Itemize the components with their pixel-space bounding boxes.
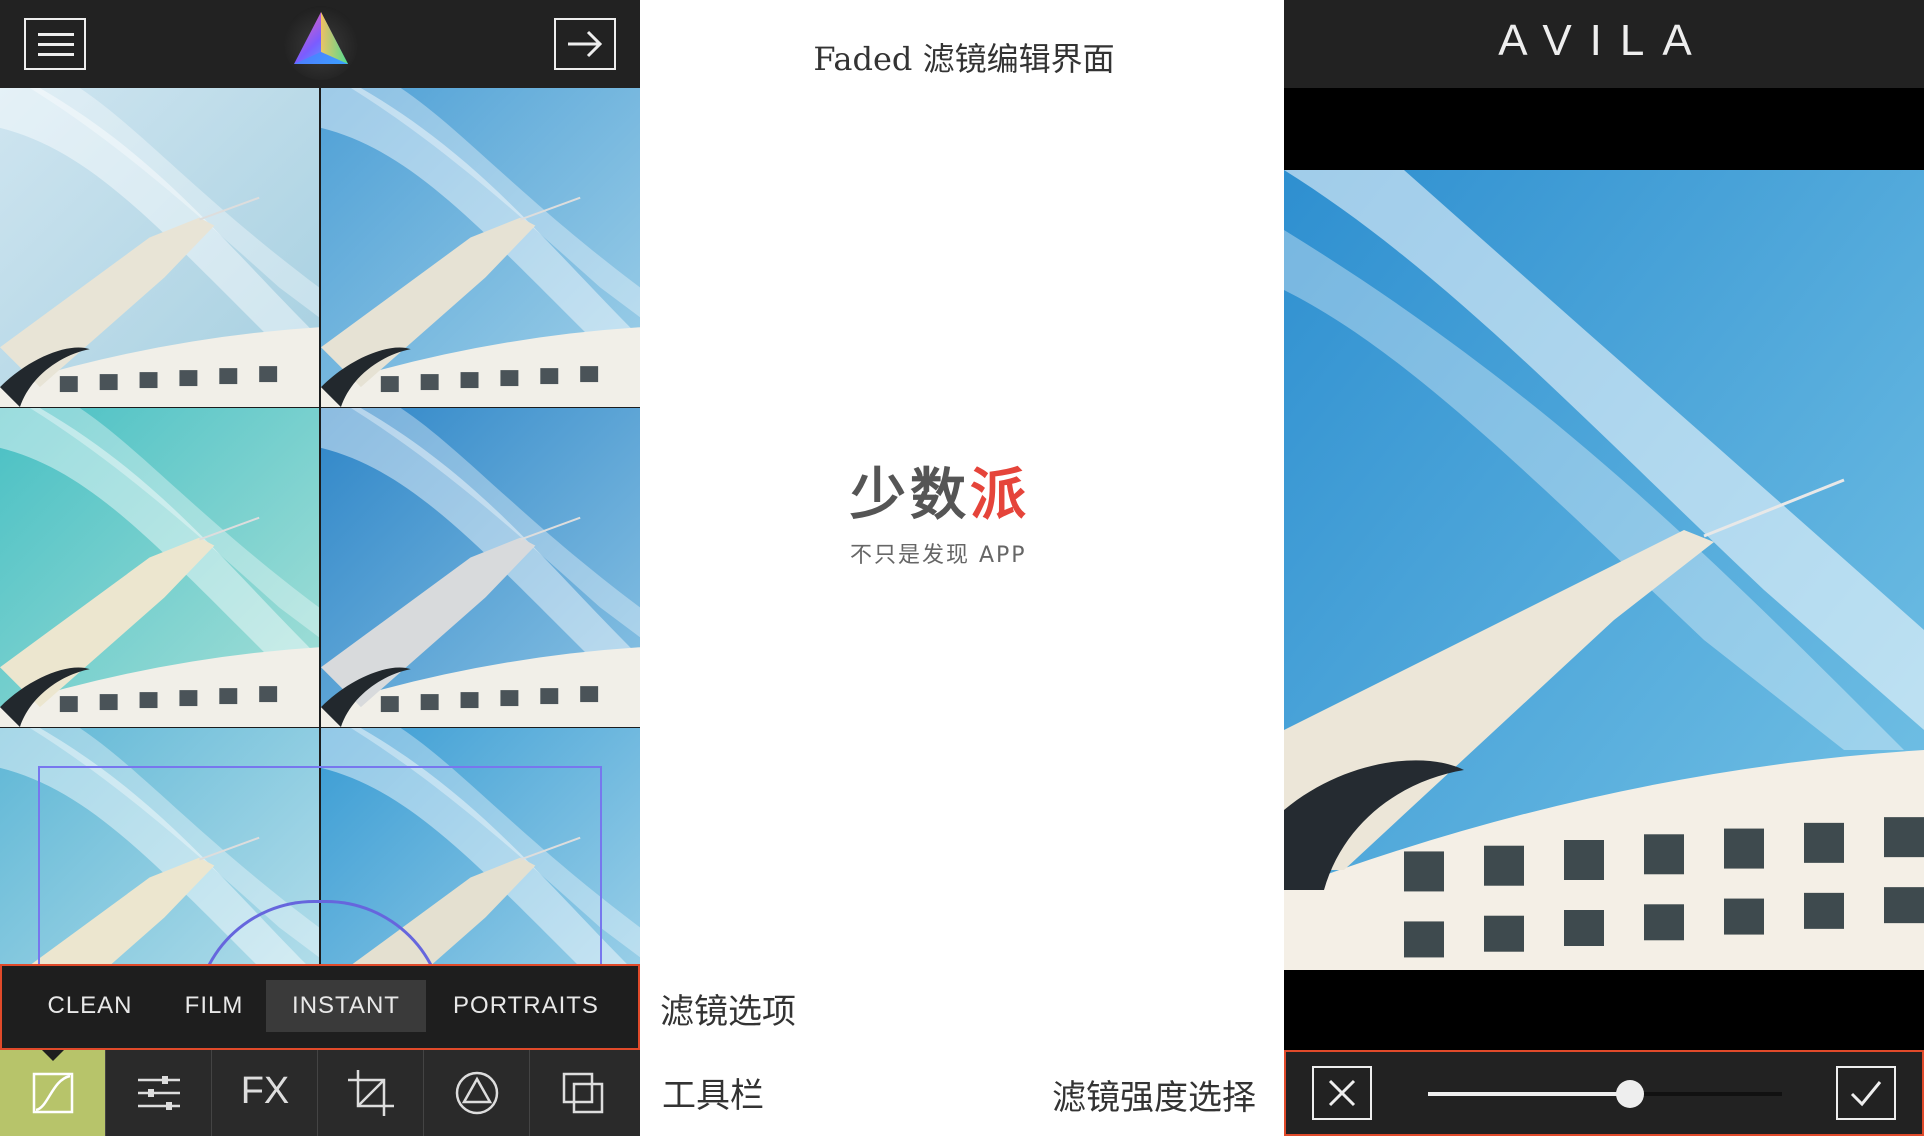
shape-tool-button[interactable] — [424, 1050, 530, 1136]
filter-thumbnail[interactable] — [0, 88, 319, 407]
hamburger-line — [38, 53, 74, 56]
arrow-right-icon — [568, 30, 603, 58]
next-button[interactable] — [554, 18, 616, 70]
top-bar: AVILA — [1284, 0, 1924, 88]
photo-preview — [1284, 170, 1924, 970]
photo-thumbnail-image — [0, 408, 319, 727]
top-bar — [0, 0, 640, 88]
checkmark-icon — [1850, 1081, 1882, 1107]
curves-tool-button[interactable] — [0, 1050, 106, 1136]
watermark-logo: 少数派 不只是发现 APP — [850, 450, 1050, 569]
filter-detail-panel: AVILA — [1284, 0, 1924, 1136]
filter-thumbnail[interactable] — [0, 408, 319, 727]
crop-tool-button[interactable] — [318, 1050, 424, 1136]
hamburger-line — [38, 43, 74, 46]
curves-icon — [32, 1072, 74, 1114]
prism-triangle-icon — [294, 12, 348, 64]
brand-name: 少数派 — [850, 450, 1050, 531]
layers-icon — [562, 1072, 604, 1114]
brand-slogan: 不只是发现 APP — [850, 543, 1027, 568]
tool-bar: FX — [0, 1050, 640, 1136]
sliders-icon — [138, 1076, 180, 1110]
label-filter-options: 滤镜选项 — [660, 992, 796, 1032]
layers-tool-button[interactable] — [530, 1050, 636, 1136]
photo-thumbnail-image — [0, 88, 319, 407]
label-toolbar: 工具栏 — [662, 1076, 764, 1116]
page-title: Faded 滤镜编辑界面 — [813, 40, 1115, 78]
filter-name: AVILA — [1498, 16, 1710, 65]
label-intensity: 滤镜强度选择 — [1052, 1078, 1256, 1118]
fx-tool-button[interactable]: FX — [212, 1050, 318, 1136]
intensity-slider[interactable] — [1428, 1080, 1782, 1108]
filter-thumbnail[interactable] — [321, 88, 640, 407]
tab-film[interactable]: FILM — [164, 980, 264, 1032]
tab-clean[interactable]: CLEAN — [26, 980, 154, 1032]
menu-button[interactable] — [24, 18, 86, 70]
slider-knob[interactable] — [1615, 1080, 1644, 1108]
filter-options-bar: CLEAN FILM INSTANT PORTRAITS — [0, 964, 640, 1050]
tab-portraits[interactable]: PORTRAITS — [436, 980, 616, 1032]
brand-name-part: 少数 — [850, 463, 970, 528]
screen: CLEAN FILM INSTANT PORTRAITS FX Faded 滤镜… — [0, 0, 1924, 1136]
photo-thumbnail-image — [321, 88, 640, 407]
adjust-tool-button[interactable] — [106, 1050, 212, 1136]
faded-editor-panel: CLEAN FILM INSTANT PORTRAITS FX — [0, 0, 640, 1136]
confirm-button[interactable] — [1836, 1066, 1896, 1120]
fx-icon: FX — [240, 1070, 290, 1112]
filter-thumbnail[interactable] — [321, 408, 640, 727]
brand-name-accent: 派 — [970, 463, 1030, 528]
photo-preview-image — [1284, 170, 1924, 970]
hamburger-menu-icon — [38, 33, 74, 36]
triangle-circle-icon — [455, 1071, 499, 1115]
tab-instant[interactable]: INSTANT — [266, 980, 426, 1032]
slider-fill — [1428, 1092, 1630, 1096]
cancel-button[interactable] — [1312, 1066, 1372, 1120]
crop-icon — [348, 1070, 394, 1116]
active-tab-caret — [42, 1050, 64, 1061]
close-icon — [1328, 1079, 1356, 1107]
photo-thumbnail-image — [321, 408, 640, 727]
prism-triangle-logo — [284, 6, 358, 80]
intensity-bar — [1284, 1050, 1924, 1136]
